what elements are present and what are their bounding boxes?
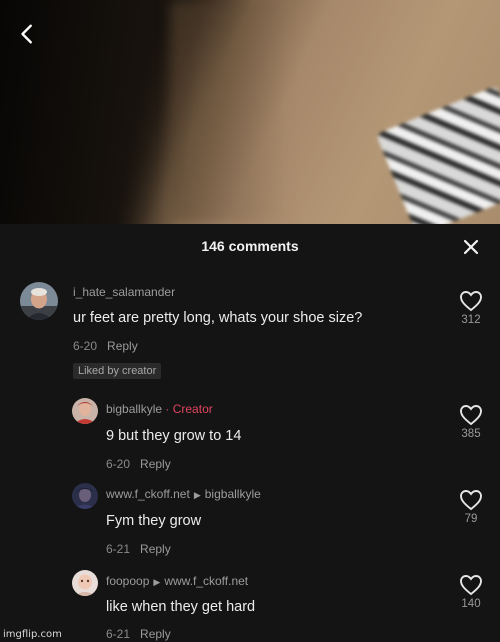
comment-username: bigballkyle · Creator [106,402,213,416]
heart-outline-icon[interactable] [459,290,483,312]
avatar[interactable] [20,282,58,320]
like-group: 385 [451,404,491,440]
like-count: 385 [461,428,481,440]
close-button[interactable] [460,236,482,258]
like-count: 312 [461,314,481,326]
comment-meta: 6-21 Reply [106,627,171,641]
like-group: 79 [451,489,491,525]
like-count: 140 [461,598,481,610]
reply-button[interactable]: Reply [140,457,171,471]
comment-username: www.f_ckoff.net ▶ bigballkyle [106,487,261,501]
like-count: 79 [464,513,478,525]
watermark: imgflip.com [3,629,62,640]
video-blurred-object [376,85,500,224]
back-button[interactable] [12,18,44,50]
comment-username: foopoop ▶ www.f_ckoff.net [106,574,248,588]
liked-by-creator-badge: Liked by creator [73,363,162,379]
comment-date: 6-21 [106,542,131,556]
reply-arrow-icon: ▶ [153,577,161,587]
like-group: 140 [451,574,491,610]
reply-button[interactable]: Reply [140,627,171,641]
comment-count: 146 comments [201,238,299,254]
reply-item: foopoop ▶ www.f_ckoff.net like when they g… [0,566,500,642]
avatar[interactable] [72,570,98,596]
username-link[interactable]: bigballkyle [106,402,162,416]
reply-item: bigballkyle · Creator 9 but they grow to… [0,394,500,474]
heart-outline-icon[interactable] [459,404,483,426]
comment-meta: 6-20 Reply [106,457,171,471]
heart-outline-icon[interactable] [459,574,483,596]
like-group: 312 [451,290,491,326]
comment-date: 6-20 [106,457,131,471]
heart-outline-icon[interactable] [459,489,483,511]
username-link[interactable]: www.f_ckoff.net [106,487,190,501]
comment-date: 6-21 [106,627,131,641]
comment-username[interactable]: i_hate_salamander [73,285,175,299]
comment-text: ur feet are pretty long, whats your shoe… [73,310,363,326]
comment-date: 6-20 [73,339,98,353]
comment-text: Fym they grow [106,513,202,529]
video-floor-shade [170,0,290,224]
comment-meta: 6-20 Reply [73,339,138,353]
reply-arrow-icon: ▶ [193,490,201,500]
comment-item: i_hate_salamander ur feet are pretty lon… [0,276,500,386]
comments-header: 146 comments [0,224,500,270]
reply-to-username[interactable]: www.f_ckoff.net [164,574,248,588]
avatar[interactable] [72,483,98,509]
comment-text: 9 but they grow to 14 [106,428,242,444]
creator-tag: · Creator [165,402,213,416]
video-preview[interactable] [0,0,500,224]
reply-to-username[interactable]: bigballkyle [205,487,261,501]
comment-meta: 6-21 Reply [106,542,171,556]
comments-panel: 146 comments i_hate_salamander ur feet a… [0,224,500,642]
close-icon [463,239,479,255]
username-link[interactable]: foopoop [106,574,149,588]
chevron-left-icon [21,24,32,44]
reply-button[interactable]: Reply [140,542,171,556]
reply-button[interactable]: Reply [107,339,138,353]
comment-text: like when they get hard [106,599,256,615]
avatar[interactable] [72,398,98,424]
reply-item: www.f_ckoff.net ▶ bigballkyle Fym they gro… [0,479,500,559]
